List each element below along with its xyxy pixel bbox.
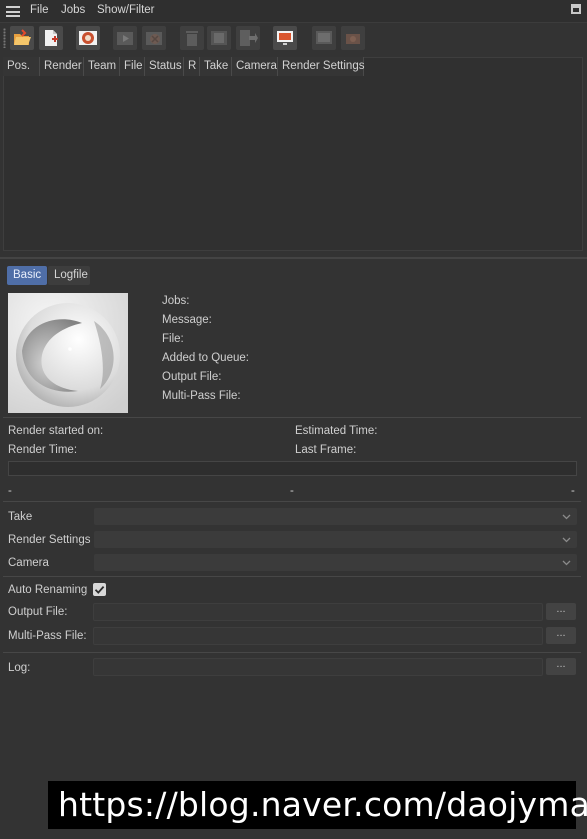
job-table[interactable] <box>3 57 583 251</box>
film-strip-icon[interactable] <box>207 26 231 50</box>
log-field[interactable] <box>93 658 543 676</box>
column-header-status[interactable]: Status <box>145 57 184 76</box>
render-progress-bar <box>8 461 577 476</box>
checkmark-icon <box>94 586 105 594</box>
menu-show-filter[interactable]: Show/Filter <box>97 4 155 16</box>
column-header-take[interactable]: Take <box>200 57 232 76</box>
column-header-camera[interactable]: Camera <box>232 57 278 76</box>
render-camera-icon[interactable] <box>341 26 365 50</box>
multipass-file-label: Multi-Pass File: <box>8 630 87 642</box>
column-header-file[interactable]: File <box>120 57 145 76</box>
info-multipass-file-label: Multi-Pass File: <box>162 390 241 402</box>
divider <box>3 501 581 502</box>
tab-logfile[interactable]: Logfile <box>48 266 90 285</box>
tab-basic[interactable]: Basic <box>7 266 47 285</box>
hamburger-menu-icon[interactable] <box>6 6 20 17</box>
output-file-browse-button[interactable]: ... <box>546 603 576 620</box>
menu-bar <box>0 0 587 22</box>
info-file-label: File: <box>162 333 184 345</box>
log-browse-button[interactable]: ... <box>546 658 576 675</box>
multipass-file-browse-button[interactable]: ... <box>546 627 576 644</box>
render-started-label: Render started on: <box>8 425 104 437</box>
progress-right-value: - <box>571 485 575 497</box>
multipass-file-field[interactable] <box>93 627 543 645</box>
picture-viewer-icon[interactable] <box>312 26 336 50</box>
render-settings-dropdown[interactable] <box>94 531 577 548</box>
column-header-pos[interactable]: Pos. <box>3 57 40 76</box>
log-label: Log: <box>8 662 31 674</box>
progress-mid-value: - <box>290 485 294 497</box>
info-message-label: Message: <box>162 314 212 326</box>
export-icon[interactable] <box>236 26 260 50</box>
last-frame-label: Last Frame: <box>295 444 357 456</box>
menu-file[interactable]: File <box>30 4 49 16</box>
stop-render-icon[interactable] <box>142 26 166 50</box>
render-time-label: Render Time: <box>8 444 78 456</box>
estimated-time-label: Estimated Time: <box>295 425 378 437</box>
monitor-icon[interactable] <box>273 26 297 50</box>
take-label: Take <box>8 511 33 523</box>
start-render-icon[interactable] <box>113 26 137 50</box>
column-header-r[interactable]: R <box>184 57 200 76</box>
maximize-icon[interactable] <box>571 4 581 14</box>
add-file-icon[interactable] <box>39 26 63 50</box>
table-header: Pos. Render Team File Status R Take Came… <box>3 57 364 76</box>
render-preview-image <box>8 293 128 413</box>
take-dropdown[interactable] <box>94 508 577 525</box>
column-header-team[interactable]: Team <box>84 57 120 76</box>
menu-jobs[interactable]: Jobs <box>61 4 85 16</box>
info-jobs-label: Jobs: <box>162 295 190 307</box>
watermark-url: https://blog.naver.com/daojyman <box>58 785 587 824</box>
auto-renaming-checkbox[interactable] <box>93 583 106 596</box>
divider <box>3 576 581 577</box>
open-folder-icon[interactable] <box>10 26 34 50</box>
chevron-down-icon <box>562 560 571 566</box>
chevron-down-icon <box>562 514 571 520</box>
progress-left-value: - <box>8 485 12 497</box>
camera-dropdown[interactable] <box>94 554 577 571</box>
divider <box>3 417 581 418</box>
auto-renaming-label: Auto Renaming <box>8 584 88 596</box>
column-header-render-settings[interactable]: Render Settings <box>278 57 364 76</box>
render-settings-label: Render Settings <box>8 534 91 546</box>
toolbar-grip-icon[interactable] <box>3 28 6 48</box>
chevron-down-icon <box>562 537 571 543</box>
watermark-banner: https://blog.naver.com/daojyman <box>48 781 587 829</box>
output-file-label: Output File: <box>8 606 68 618</box>
column-header-render[interactable]: Render <box>40 57 84 76</box>
camera-label: Camera <box>8 557 49 569</box>
panel-splitter[interactable] <box>0 257 587 259</box>
delete-icon[interactable] <box>180 26 204 50</box>
info-output-file-label: Output File: <box>162 371 222 383</box>
info-added-to-queue-label: Added to Queue: <box>162 352 249 364</box>
render-queue-icon[interactable] <box>76 26 100 50</box>
output-file-field[interactable] <box>93 603 543 621</box>
divider <box>3 652 581 653</box>
